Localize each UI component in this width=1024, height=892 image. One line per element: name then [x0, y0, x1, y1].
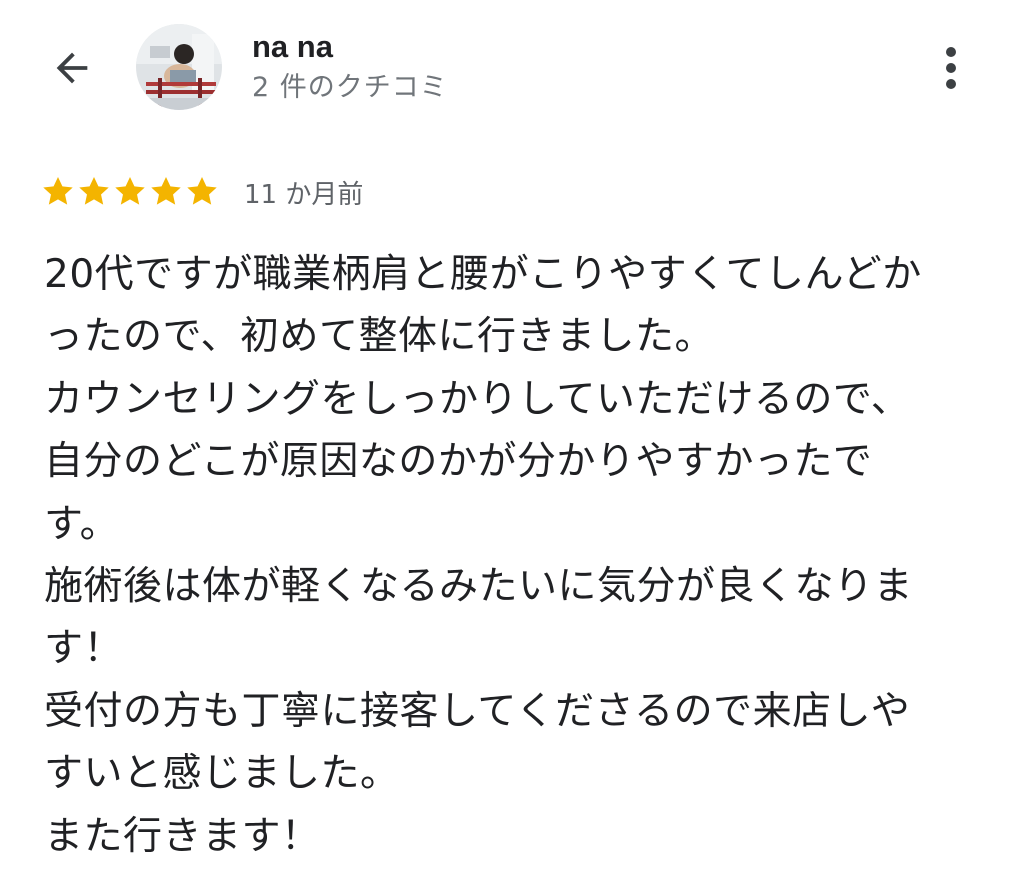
star-icon — [79, 177, 109, 205]
review-date: 11 か月前 — [244, 179, 364, 210]
review-line: カウンセリングをしっかりしていただけるので、 — [44, 376, 911, 422]
user-name[interactable]: na na — [252, 27, 333, 67]
review-line: すいと感じました。 — [44, 751, 400, 797]
review-line: 20代ですが職業柄肩と腰がこりやすくてしんどか — [44, 252, 922, 297]
star-rating — [40, 174, 220, 210]
back-button[interactable] — [40, 36, 104, 100]
more-vert-icon — [946, 47, 956, 89]
review-line: 自分のどこが原因なのかが分かりやすかったで — [44, 439, 873, 485]
review-line: す。 — [44, 501, 120, 547]
review-line: また行きます！ — [44, 813, 321, 859]
profile-photo — [136, 24, 222, 110]
review-text: 20代ですが職業柄肩と腰がこりやすくてしんどか ったので、初めて整体に行きました。… — [44, 244, 984, 868]
more-options-button[interactable] — [926, 38, 976, 98]
arrow-back-icon — [56, 52, 88, 84]
rating-row: 11 か月前 — [40, 172, 363, 212]
review-line: ったので、初めて整体に行きました。 — [44, 314, 714, 360]
avatar[interactable] — [136, 24, 222, 110]
star-icon — [151, 177, 181, 205]
star-icon — [115, 177, 145, 205]
star-icon — [187, 177, 217, 205]
star-icon — [43, 177, 73, 205]
review-count[interactable]: 2 件のクチコミ — [252, 70, 448, 106]
review-line: 受付の方も丁寧に接客してくださるので来店しや — [44, 688, 911, 734]
review-header: na na 2 件のクチコミ — [0, 0, 1024, 140]
review-line: 施術後は体が軽くなるみたいに気分が良くなりま — [44, 563, 914, 609]
review-line: す！ — [44, 626, 124, 672]
